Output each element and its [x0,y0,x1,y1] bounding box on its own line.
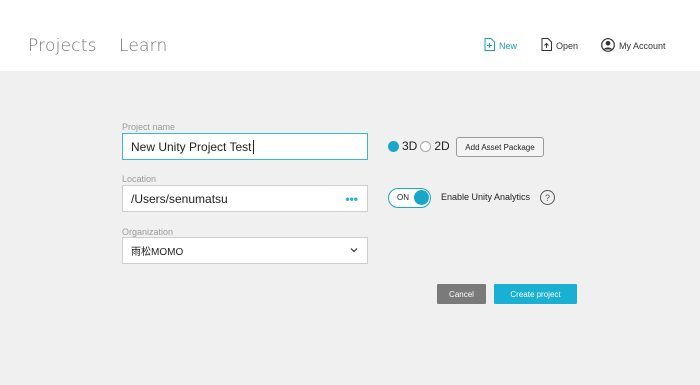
analytics-label: Enable Unity Analytics [441,192,531,202]
add-asset-package-button[interactable]: Add Asset Package [456,137,544,157]
account-icon [601,38,615,54]
location-input[interactable]: /Users/senumatsu ••• [122,185,368,212]
help-icon[interactable]: ? [540,190,555,205]
new-file-icon [484,38,495,53]
open-project-button[interactable]: Open [541,38,578,53]
account-label: My Account [619,41,666,51]
browse-location-button[interactable]: ••• [345,193,358,205]
analytics-toggle[interactable]: ON [388,188,431,208]
toggle-knob [414,190,429,205]
location-label: Location [122,174,157,184]
organization-select[interactable]: 雨松MOMO [122,237,368,264]
chevron-down-icon [350,246,358,257]
organization-label: Organization [122,227,174,237]
organization-value: 雨松MOMO [131,247,184,258]
tab-learn[interactable]: Learn [119,36,168,56]
location-value: /Users/senumatsu [131,191,228,206]
new-project-button[interactable]: New [484,38,517,53]
project-name-label: Project name [122,122,176,132]
open-file-icon [541,38,552,53]
text-caret [252,139,254,154]
dimension-radio-group: 3D 2D [388,139,453,153]
radio-2d-label[interactable]: 2D [434,139,449,153]
create-project-button[interactable]: Create project [494,284,577,304]
radio-2d[interactable] [420,140,432,152]
project-name-input[interactable]: New Unity Project Test [122,133,368,160]
open-label: Open [556,40,579,51]
toggle-state-label: ON [397,193,409,202]
my-account-button[interactable]: My Account [601,38,666,54]
radio-3d-label[interactable]: 3D [402,139,417,153]
new-label: New [499,40,518,51]
top-header: Projects Learn New Open My Account [0,0,700,71]
radio-3d[interactable] [388,140,399,152]
cancel-button[interactable]: Cancel [437,284,486,304]
project-name-value: New Unity Project Test [131,139,252,154]
tab-projects[interactable]: Projects [28,36,97,56]
